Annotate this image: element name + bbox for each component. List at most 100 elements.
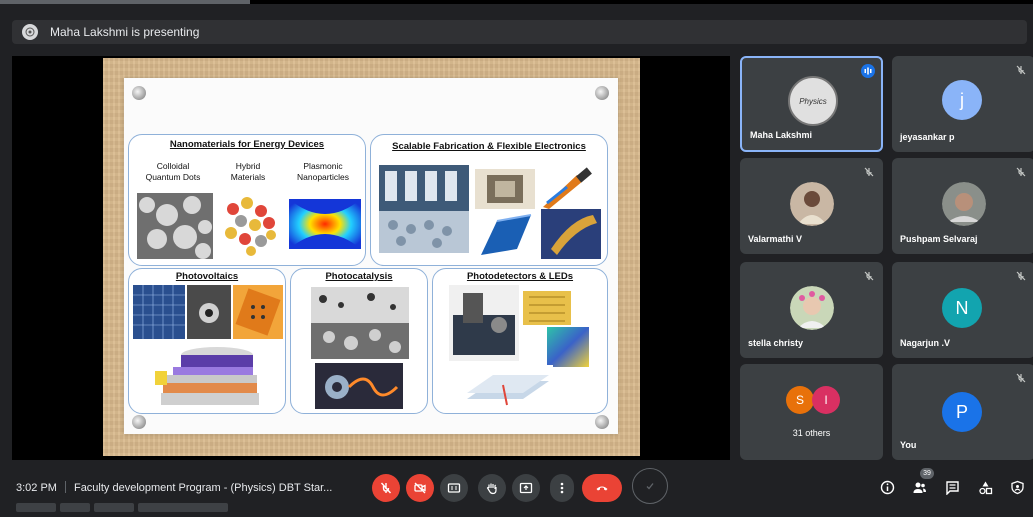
mic-muted-icon (864, 167, 874, 177)
participant-avatar: j (942, 80, 982, 120)
end-call-button[interactable] (582, 474, 622, 502)
participant-tile[interactable]: Valarmathi V (740, 158, 883, 254)
panel-title: Photocatalysis (325, 271, 393, 282)
panel-title: Scalable Fabrication & Flexible Electron… (392, 141, 586, 152)
panel-nanomaterials: Nanomaterials for Energy Devices Colloid… (128, 134, 366, 266)
participant-tile[interactable]: N Nagarjun .V (892, 262, 1033, 358)
led-chip-image (523, 291, 571, 325)
mic-off-button[interactable] (372, 474, 400, 502)
caption-overlay (16, 499, 256, 512)
participant-name: Maha Lakshmi (750, 130, 813, 140)
participant-name: Nagarjun .V (900, 338, 951, 348)
camera-off-icon (414, 482, 426, 494)
participant-count-badge: 39 (920, 468, 934, 479)
pin-icon (595, 86, 609, 100)
end-call-icon (596, 486, 608, 491)
participant-tile[interactable]: stella christy (740, 262, 883, 358)
flexible-device-image (541, 209, 601, 259)
participant-name: stella christy (748, 338, 804, 348)
participant-tile[interactable]: Pushpam Selvaraj (892, 158, 1033, 254)
participant-avatar: P (942, 392, 982, 432)
others-tile[interactable]: S I 31 others (740, 364, 883, 460)
pin-icon (132, 86, 146, 100)
activities-icon (978, 481, 992, 494)
host-controls-icon (1010, 480, 1024, 494)
panel-photovoltaics: Photovoltaics (128, 268, 286, 414)
device-stack-image (149, 341, 267, 411)
raise-hand-icon (486, 483, 497, 495)
clock-time: 3:02 PM (16, 482, 57, 494)
caption-plasmonic: Plasmonic Nanoparticles (297, 161, 349, 182)
meeting-title: Faculty development Program - (Physics) … (73, 482, 333, 494)
pl-intensity-map (547, 327, 589, 367)
self-tile[interactable]: P You (892, 364, 1033, 460)
plasmonic-nanoparticles-image (289, 199, 361, 249)
chat-button[interactable] (943, 478, 961, 496)
hybrid-materials-image (219, 191, 281, 259)
pin-icon (595, 415, 609, 429)
mic-muted-icon (864, 271, 874, 281)
participant-photo (790, 286, 834, 330)
quantum-dots-image (137, 193, 213, 259)
present-icon (519, 482, 533, 494)
panel-scalable-fabrication: Scalable Fabrication & Flexible Electron… (370, 134, 608, 266)
participant-photo (942, 182, 986, 226)
mic-muted-icon (1016, 373, 1026, 383)
captions-icon (447, 483, 461, 493)
physics-logo-text: Physics (799, 96, 827, 106)
caption-quantum-dots: Colloidal Quantum Dots (145, 161, 201, 182)
participant-photo (790, 182, 834, 226)
mic-muted-icon (1016, 65, 1026, 75)
flexible-sheet-image (477, 211, 535, 259)
participant-tile[interactable]: Physics Maha Lakshmi (740, 56, 883, 152)
activities-button[interactable] (976, 478, 994, 496)
presenting-banner: Maha Lakshmi is presenting (12, 20, 1027, 44)
raise-hand-button[interactable] (478, 474, 506, 502)
chat-icon (945, 480, 959, 495)
people-icon (913, 482, 926, 493)
participant-name: You (900, 440, 917, 450)
participant-tile[interactable]: j jeyasankar p (892, 56, 1033, 152)
panel-title: Photovoltaics (175, 271, 239, 282)
panel-title: Nanomaterials for Energy Devices (169, 139, 325, 150)
camera-off-button[interactable] (406, 474, 434, 502)
brush-image (537, 167, 603, 209)
more-options-button[interactable] (550, 474, 574, 502)
participant-name: Pushpam Selvaraj (900, 234, 978, 244)
detector-layers-image (463, 365, 553, 409)
check-button[interactable] (632, 468, 668, 504)
mic-muted-icon (1016, 271, 1026, 281)
participant-name: jeyasankar p (900, 132, 955, 142)
physics-logo-avatar: Physics (788, 76, 838, 126)
mic-muted-icon (1016, 167, 1026, 177)
more-options-icon (560, 482, 564, 494)
participant-avatar: N (942, 288, 982, 328)
participant-avatar: S (786, 386, 814, 414)
panel-photocatalysis: Photocatalysis (290, 268, 428, 414)
panel-photodetectors: Photodetectors & LEDs (432, 268, 608, 414)
fabrication-apparatus-image (475, 169, 535, 209)
people-button[interactable] (910, 478, 928, 496)
mic-off-icon (380, 482, 392, 494)
meeting-info: 3:02 PM Faculty development Program - (Ph… (16, 481, 332, 494)
present-button[interactable] (512, 474, 540, 502)
participant-avatar: I (812, 386, 840, 414)
captions-button[interactable] (440, 474, 468, 502)
lab-setup-image (187, 285, 231, 339)
top-strip (0, 0, 1033, 4)
others-count: 31 others (792, 428, 831, 438)
fabrication-machine-image (379, 165, 469, 253)
tem-images (311, 287, 409, 359)
speaking-indicator-icon (861, 64, 875, 78)
info-icon (880, 480, 894, 494)
caption-hybrid-materials: Hybrid Materials (230, 161, 266, 182)
solar-cell-image (233, 285, 283, 339)
optical-bench-image (449, 285, 519, 361)
host-controls-button[interactable] (1008, 478, 1026, 496)
meeting-details-button[interactable] (878, 478, 896, 496)
panel-title: Photodetectors & LEDs (466, 271, 574, 282)
check-icon (646, 483, 654, 490)
top-strip-accent (0, 0, 250, 4)
divider (64, 481, 66, 493)
presenter-avatar-icon (22, 24, 38, 40)
